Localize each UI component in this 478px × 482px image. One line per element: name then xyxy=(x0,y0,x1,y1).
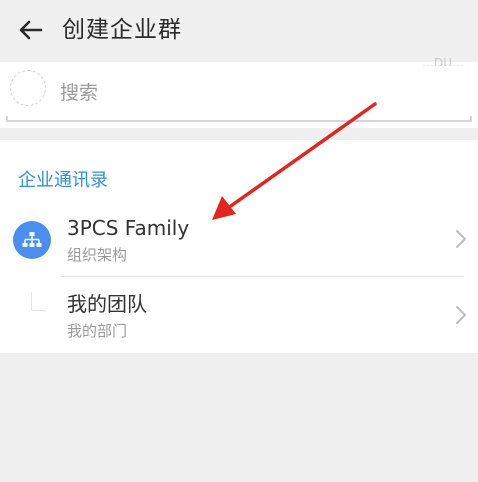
list-divider xyxy=(61,276,464,277)
list-item-subtitle: 我的部门 xyxy=(67,322,128,340)
chevron-right-icon xyxy=(456,306,466,324)
search-underline xyxy=(6,116,472,122)
team-icon xyxy=(31,292,46,311)
section-title: 企业通讯录 xyxy=(18,170,108,191)
back-button[interactable] xyxy=(14,15,46,45)
avatar-placeholder-icon xyxy=(10,70,46,106)
list-item-organization[interactable]: 3PCS Family 组织架构 xyxy=(0,206,478,276)
list-item-title: 我的团队 xyxy=(67,292,147,316)
list-item-my-team[interactable]: 我的团队 我的部门 xyxy=(0,282,478,352)
list-item-subtitle: 组织架构 xyxy=(67,246,128,264)
org-chart-icon xyxy=(13,221,51,259)
section-separator xyxy=(0,128,478,140)
search-input[interactable]: 搜索 xyxy=(60,80,98,106)
contacts-section: 企业通讯录 3PCS Family 组织架构 我的团队 我的部门 xyxy=(0,140,478,353)
search-panel[interactable]: …DU… 搜索 xyxy=(0,56,478,128)
top-bar: 创建企业群 xyxy=(0,0,478,62)
arrow-left-icon xyxy=(19,20,43,40)
page-title: 创建企业群 xyxy=(62,17,182,43)
chevron-right-icon xyxy=(456,230,466,248)
list-item-title: 3PCS Family xyxy=(67,216,190,240)
screen: 创建企业群 …DU… 搜索 企业通讯录 3PCS Family 组织架构 我的团… xyxy=(0,0,478,482)
truncated-text: …DU… xyxy=(421,56,464,66)
